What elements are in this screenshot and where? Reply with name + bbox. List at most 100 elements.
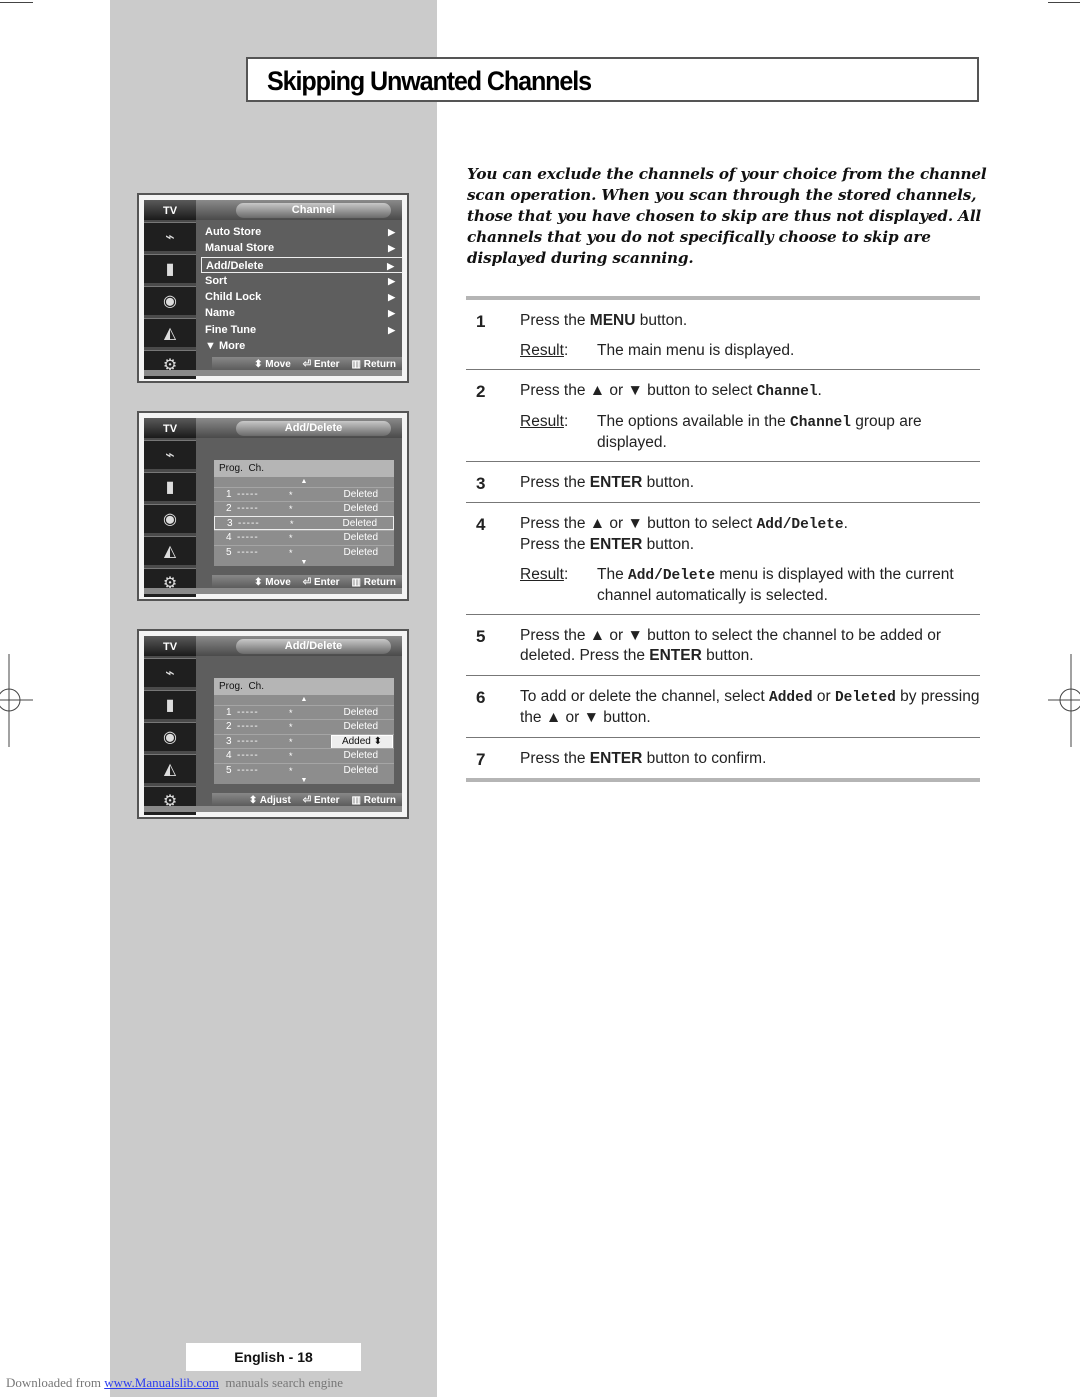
result-label: Result:	[520, 566, 569, 583]
channel-icon: ◭	[144, 754, 196, 783]
table-row[interactable]: 5 ----- * Deleted	[214, 544, 394, 559]
result-label: Result:	[520, 413, 569, 430]
star-marker: *	[289, 722, 293, 733]
table-row[interactable]: 3 ----- * Added ⬍	[214, 733, 394, 749]
menu-item[interactable]: Name ▶	[201, 305, 403, 321]
menu-item[interactable]: ▼ More	[201, 338, 403, 354]
enter-icon: ⏎	[302, 359, 312, 370]
updown-icon: ⬍	[254, 359, 263, 370]
channel-name: -----	[237, 489, 259, 500]
star-marker: *	[289, 490, 293, 500]
page-number: English - 18	[186, 1343, 361, 1371]
channel-name: -----	[237, 721, 259, 733]
arrow-right-icon: ▶	[388, 227, 395, 237]
menu-item-label: Manual Store	[205, 242, 275, 255]
menu-tab-title: Channel	[236, 203, 391, 218]
star-marker: *	[290, 518, 294, 529]
step-result: Result: The main menu is displayed.	[520, 341, 980, 360]
prog-number: 4	[226, 532, 232, 544]
channel-table: Prog. Ch. ▲ 1 ----- * Deleted 2 ----- * Deleted 3-…	[214, 678, 394, 784]
table-row[interactable]: 3 ----- * Deleted	[214, 515, 394, 531]
table-row[interactable]: 1 ----- * Deleted	[214, 705, 394, 719]
step-number: 1	[476, 312, 486, 331]
registration-mark-left	[0, 654, 33, 747]
step-number: 6	[476, 688, 486, 707]
step-instruction: Press the ENTER button.	[520, 474, 695, 491]
channel-name: -----	[237, 503, 259, 515]
menu-item-label: Fine Tune	[205, 323, 257, 336]
result-text: The main menu is displayed.	[597, 342, 795, 359]
step-instruction: To add or delete the channel, select Add…	[520, 688, 980, 726]
step-item: 2 Press the ▲ or ▼ button to select Chann…	[466, 370, 980, 462]
steps-list: 1 Press the MENU button. Result: The main m…	[466, 296, 980, 782]
menu-item[interactable]: Add/Delete ▶	[201, 256, 403, 273]
menu-item[interactable]: Fine Tune ▶	[201, 322, 403, 338]
step-item: 1 Press the MENU button. Result: The main m…	[466, 300, 980, 370]
table-row[interactable]: 2 ----- * Deleted	[214, 719, 394, 733]
table-row[interactable]: 5 ----- * Deleted	[214, 762, 394, 777]
result-text: The Add/Delete menu is displayed with th…	[597, 566, 954, 604]
status-value: Deleted	[343, 750, 378, 762]
step-item: 6 To add or delete the channel, select Ad…	[466, 676, 980, 738]
manualslib-link[interactable]: www.Manualslib.com	[104, 1375, 219, 1390]
picture-icon: ▮	[144, 690, 196, 719]
channel-icon: ◭	[144, 318, 196, 347]
star-marker: *	[289, 504, 293, 515]
return-icon: ▥	[351, 577, 361, 588]
step-item: 5 Press the ▲ or ▼ button to select the c…	[466, 615, 980, 676]
step-instruction: Press the ▲ or ▼ button to select the ch…	[520, 627, 942, 664]
step-instruction: Press the MENU button.	[520, 312, 688, 329]
menu-item[interactable]: Auto Store ▶	[201, 224, 403, 240]
status-value: Deleted	[343, 532, 378, 544]
table-row[interactable]: 2 ----- * Deleted	[214, 501, 394, 515]
menu-item-label: ▼ More	[205, 340, 246, 353]
arrow-right-icon: ▶	[388, 243, 395, 254]
status-value: Deleted	[343, 546, 378, 558]
prog-number: 5	[226, 764, 232, 776]
menu-item-label: Child Lock	[205, 291, 262, 304]
table-row[interactable]: 1 ----- * Deleted	[214, 487, 394, 501]
table-row[interactable]: 4 ----- * Deleted	[214, 530, 394, 544]
scroll-down-icon[interactable]: ▼	[214, 559, 394, 567]
sound-icon: ◉	[144, 286, 196, 315]
step-instruction: Press the ENTER button to confirm.	[520, 750, 767, 767]
prog-number: 3	[226, 735, 232, 747]
menu-item-label: Sort	[205, 274, 227, 287]
scroll-down-icon[interactable]: ▼	[214, 777, 394, 785]
return-icon: ▥	[351, 359, 361, 370]
page-title-box: Skipping Unwanted Channels	[246, 57, 979, 102]
step-result: Result: The options available in the Chan…	[520, 412, 980, 452]
page-title: Skipping Unwanted Channels	[267, 66, 592, 96]
registration-mark-right	[1048, 654, 1080, 747]
tv-label: TV	[144, 418, 196, 438]
tv-screen-channel-menu: TV ⌁ ▮ ◉ ◭ ⚙ Channel Auto Store ▶ Manual S…	[137, 193, 409, 383]
scroll-up-icon[interactable]: ▲	[214, 695, 394, 705]
tv-label: TV	[144, 636, 196, 656]
table-row[interactable]: 4 ----- * Deleted	[214, 748, 394, 762]
menu-item[interactable]: Manual Store ▶	[201, 240, 403, 256]
intro-paragraph: You can exclude the channels of your cho…	[467, 165, 987, 267]
prog-number: 2	[226, 503, 232, 515]
prog-number: 3	[227, 517, 233, 529]
channel-name: -----	[238, 517, 260, 529]
channel-name: -----	[237, 707, 259, 718]
star-marker: *	[289, 751, 293, 762]
step-number: 4	[476, 515, 486, 534]
step-instruction: Press the ▲ or ▼ button to select Add/De…	[520, 515, 848, 553]
menu-item-label: Add/Delete	[206, 259, 264, 272]
arrow-right-icon: ▶	[388, 324, 395, 335]
star-marker: *	[289, 547, 293, 558]
side-icon-list: ⌁ ▮ ◉ ◭ ⚙	[144, 222, 196, 382]
channel-name: -----	[237, 532, 259, 544]
step-result: Result: The Add/Delete menu is displayed …	[520, 565, 980, 605]
star-marker: *	[289, 533, 293, 544]
menu-item[interactable]: Child Lock ▶	[201, 289, 403, 305]
arrow-right-icon: ▶	[388, 308, 395, 319]
menu-tab-title: Add/Delete	[236, 421, 391, 436]
scroll-up-icon[interactable]: ▲	[214, 477, 394, 487]
status-select[interactable]: Added ⬍	[331, 734, 393, 749]
menu-item[interactable]: Sort ▶	[201, 273, 403, 289]
status-value: Deleted	[343, 489, 378, 500]
status-value: Deleted	[343, 707, 378, 718]
channel-table: Prog. Ch. ▲ 1 ----- * Deleted 2 ----- * Deleted 3-…	[214, 460, 394, 566]
